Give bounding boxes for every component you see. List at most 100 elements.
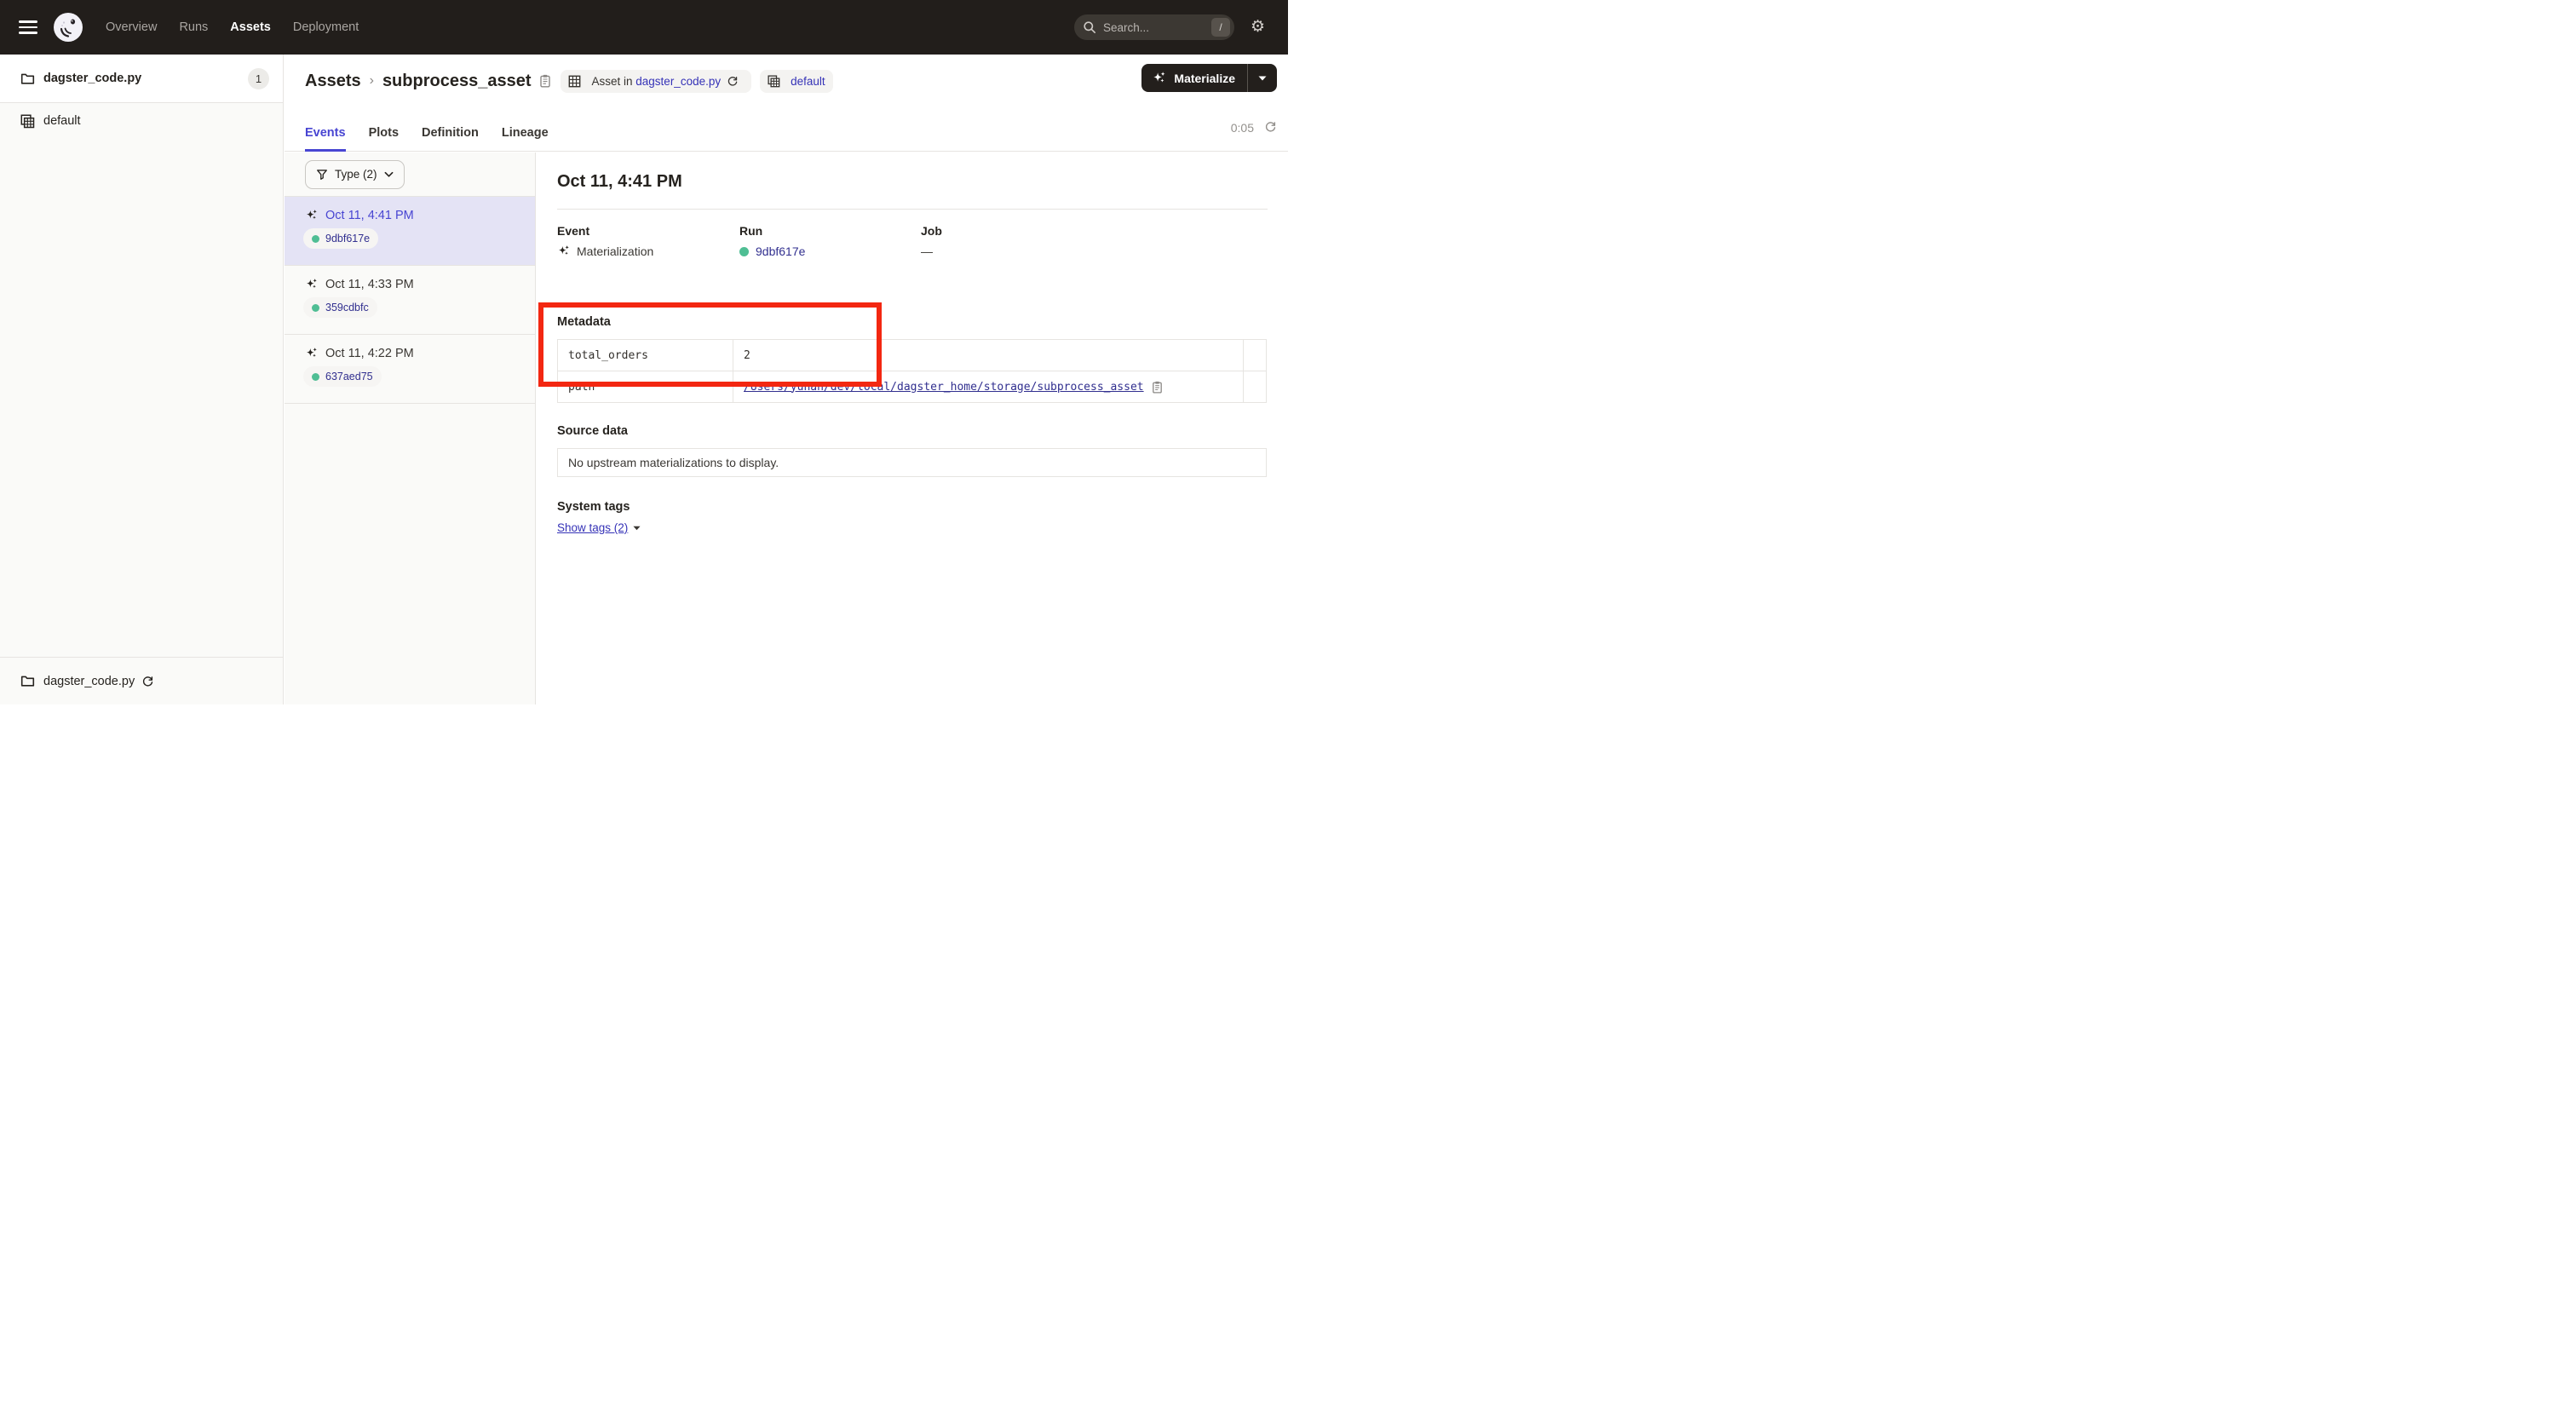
show-tags-label: Show tags (2) (557, 521, 628, 534)
source-data-heading: Source data (557, 424, 628, 438)
run-id-link[interactable]: 9dbf617e (756, 244, 805, 258)
tab-definition[interactable]: Definition (422, 115, 479, 151)
materialization-sparkle-icon (305, 278, 319, 291)
sidebar-item-default-group[interactable]: default (0, 103, 283, 139)
asset-group-badge: default (760, 70, 833, 93)
source-data-box: No upstream materializations to display. (557, 448, 1267, 477)
copy-asset-name-icon[interactable] (538, 74, 552, 88)
event-timestamp[interactable]: Oct 11, 4:22 PM (325, 347, 414, 360)
reload-location-icon[interactable] (727, 75, 744, 87)
event-detail-title: Oct 11, 4:41 PM (557, 172, 682, 192)
search-shortcut-key: / (1211, 18, 1230, 37)
search-placeholder: Search... (1103, 21, 1211, 34)
materialization-sparkle-icon (557, 244, 571, 258)
event-list-item[interactable]: Oct 11, 4:33 PM 359cdbfc (285, 266, 535, 335)
sidebar-bottom-code-location[interactable]: dagster_code.py (0, 657, 283, 704)
asset-group-icon (768, 75, 785, 88)
bottom-code-location-label: dagster_code.py (43, 675, 135, 688)
sidebar-item-code-location[interactable]: dagster_code.py 1 (0, 55, 283, 103)
divider (557, 209, 1268, 210)
breadcrumb: Assets › subprocess_asset Asset in dagst… (305, 64, 833, 98)
folder-icon (20, 72, 35, 86)
materialization-sparkle-icon (305, 209, 319, 222)
asset-name: subprocess_asset (382, 72, 532, 91)
search-icon (1083, 20, 1096, 34)
settings-gear-icon[interactable]: ⚙ (1251, 17, 1265, 37)
breadcrumb-assets-link[interactable]: Assets (305, 72, 361, 91)
menu-icon[interactable] (19, 20, 37, 34)
code-location-label: dagster_code.py (43, 72, 141, 85)
asset-in-label: Asset in (591, 75, 632, 88)
event-timestamp[interactable]: Oct 11, 4:41 PM (325, 209, 414, 222)
metadata-action-cell (1244, 340, 1267, 371)
tab-lineage[interactable]: Lineage (502, 115, 549, 151)
table-icon (568, 75, 586, 88)
nav-item-deployment[interactable]: Deployment (293, 20, 359, 34)
asset-header: Assets › subprocess_asset Asset in dagst… (285, 55, 1288, 115)
metadata-action-cell (1244, 371, 1267, 403)
tab-events[interactable]: Events (305, 115, 346, 151)
run-badge: 637aed75 (303, 366, 382, 387)
code-location-link[interactable]: dagster_code.py (635, 75, 721, 88)
event-filter-bar: Type (2) (285, 152, 535, 197)
group-default-link[interactable]: default (791, 75, 825, 88)
asset-tabs: Events Plots Definition Lineage (285, 115, 1288, 152)
source-data-empty-message: No upstream materializations to display. (568, 456, 779, 469)
metadata-row: path /Users/yuhan/dev/local/dagster_home… (558, 371, 1267, 403)
metadata-table: total_orders 2 path /Users/yuhan/dev/loc… (557, 339, 1267, 403)
nav-item-overview[interactable]: Overview (106, 20, 157, 34)
event-type-value: Materialization (577, 244, 653, 258)
materialize-dropdown-button[interactable] (1248, 76, 1277, 81)
job-column-header: Job (921, 224, 942, 238)
tab-plots[interactable]: Plots (369, 115, 399, 151)
refresh-now-icon[interactable] (1264, 120, 1277, 133)
event-detail-panel: Oct 11, 4:41 PM Event Materialization Ru… (537, 152, 1288, 704)
dagster-logo-icon[interactable] (53, 12, 83, 43)
metadata-value: /Users/yuhan/dev/local/dagster_home/stor… (733, 371, 1244, 403)
type-filter-button[interactable]: Type (2) (305, 160, 405, 189)
run-id-link[interactable]: 359cdbfc (325, 302, 369, 313)
run-badge: 359cdbfc (303, 297, 377, 318)
asset-count-badge: 1 (248, 68, 269, 89)
breadcrumb-separator: › (370, 73, 374, 89)
nav-item-assets[interactable]: Assets (230, 20, 271, 34)
metadata-value: 2 (733, 340, 1244, 371)
metadata-heading: Metadata (557, 315, 611, 329)
job-column: Job — (921, 224, 942, 258)
job-value: — (921, 244, 942, 258)
top-nav: Overview Runs Assets Deployment Search..… (0, 0, 1288, 55)
materialization-sparkle-icon (305, 347, 319, 360)
event-list-item[interactable]: Oct 11, 4:22 PM 637aed75 (285, 335, 535, 404)
asset-group-icon (20, 114, 35, 129)
run-column: Run 9dbf617e (739, 224, 805, 258)
run-id-link[interactable]: 637aed75 (325, 371, 373, 382)
event-list-item[interactable]: Oct 11, 4:41 PM 9dbf617e (285, 197, 535, 266)
copy-path-icon[interactable] (1151, 381, 1164, 394)
reload-icon[interactable] (141, 675, 154, 687)
chevron-down-icon (384, 171, 394, 178)
event-timestamp[interactable]: Oct 11, 4:33 PM (325, 278, 414, 291)
refresh-timer: 0:05 (1231, 121, 1254, 135)
materialize-label: Materialize (1174, 72, 1235, 85)
folder-icon (20, 674, 35, 688)
caret-down-icon (1258, 76, 1267, 81)
metadata-row: total_orders 2 (558, 340, 1267, 371)
system-tags-heading: System tags (557, 500, 630, 514)
sidebar: dagster_code.py 1 default dagster_code.p… (0, 55, 284, 704)
search-input[interactable]: Search... / (1074, 14, 1234, 40)
run-success-dot (312, 373, 319, 381)
nav-item-runs[interactable]: Runs (179, 20, 208, 34)
sparkle-icon (1152, 71, 1167, 86)
filter-funnel-icon (316, 169, 328, 181)
caret-down-icon (633, 526, 641, 531)
dagster-app: Overview Runs Assets Deployment Search..… (0, 0, 1288, 704)
run-id-link[interactable]: 9dbf617e (325, 233, 370, 244)
run-column-header: Run (739, 224, 805, 238)
show-tags-toggle[interactable]: Show tags (2) (557, 521, 641, 534)
run-badge: 9dbf617e (303, 228, 378, 249)
materialize-button[interactable]: Materialize (1141, 71, 1247, 86)
event-list-panel: Type (2) Oct 11, 4:41 PM 9dbf617e Oct 11… (285, 152, 536, 704)
metadata-value-text: /Users/yuhan/dev/local/dagster_home/stor… (744, 381, 1144, 394)
metadata-key: path (558, 371, 733, 403)
type-filter-label: Type (2) (335, 168, 377, 181)
